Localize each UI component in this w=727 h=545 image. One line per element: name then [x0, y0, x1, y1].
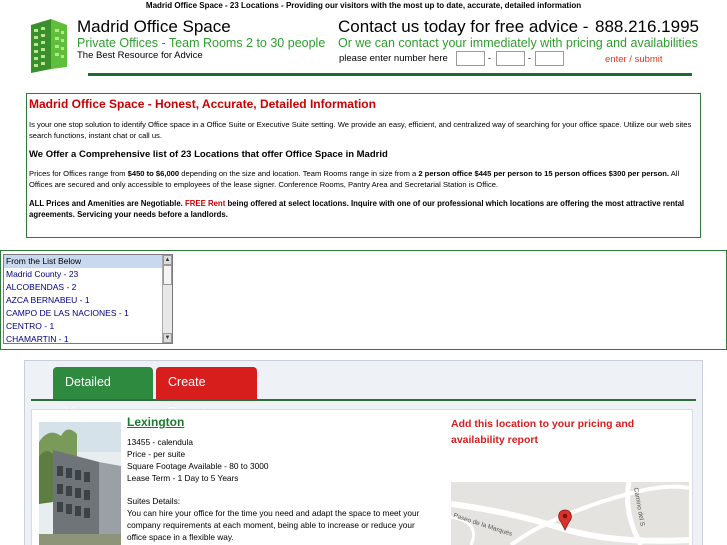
- tab-detailed-view[interactable]: Detailed View: [53, 367, 153, 419]
- info-negotiable: ALL Prices and Amenities are Negotiable.…: [29, 199, 685, 219]
- location-option[interactable]: CENTRO - 1: [4, 320, 162, 333]
- info-box: Madrid Office Space - Honest, Accurate, …: [26, 93, 701, 238]
- phone-prefix-input[interactable]: [496, 51, 525, 66]
- tab-create-report[interactable]: Create Report: [156, 367, 257, 419]
- location-option[interactable]: AZCA BERNABEU - 1: [4, 294, 162, 307]
- scroll-thumb[interactable]: [163, 265, 172, 285]
- site-title: Madrid Office Space: [77, 17, 231, 36]
- list-scrollbar[interactable]: ▲ ▼: [162, 255, 172, 343]
- listing-address: 13455 - calendula: [127, 437, 193, 447]
- location-option[interactable]: ALCOBENDAS - 2: [4, 281, 162, 294]
- contact-heading: Contact us today for free advice -: [338, 17, 589, 36]
- location-option[interactable]: CAMPO DE LAS NACIONES - 1: [4, 307, 162, 320]
- listing-term: Lease Term - 1 Day to 5 Years: [127, 473, 239, 483]
- building-photo: [39, 422, 121, 545]
- info-heading: Madrid Office Space - Honest, Accurate, …: [29, 97, 376, 111]
- phone-line-input[interactable]: [535, 51, 564, 66]
- scroll-up-icon[interactable]: ▲: [163, 255, 172, 265]
- map-graphic: Paseo de la Marqués Camino del S: [451, 482, 689, 545]
- location-option[interactable]: From the List Below: [4, 255, 162, 268]
- phone-prompt-label: please enter number here: [339, 53, 448, 64]
- info-subheading: We Offer a Comprehensive list of 23 Loca…: [29, 149, 388, 160]
- location-option[interactable]: Madrid County - 23: [4, 268, 162, 281]
- location-select-list[interactable]: From the List Below Madrid County - 23 A…: [3, 254, 173, 344]
- location-map[interactable]: Paseo de la Marqués Camino del S: [451, 482, 689, 545]
- listing-name-link[interactable]: Lexington: [127, 415, 184, 429]
- site-tagline: The Best Resource for Advice: [77, 50, 203, 61]
- banner-text: Madrid Office Space - 23 Locations - Pro…: [145, 1, 582, 10]
- listing-suites-label: Suites Details:: [127, 496, 181, 506]
- phone-submit-link[interactable]: enter / submit: [605, 54, 663, 65]
- site-subtitle: Private Offices - Team Rooms 2 to 30 peo…: [77, 36, 326, 50]
- listing-details-line-1: You can hire your office for the time yo…: [127, 508, 420, 518]
- listing-details-line-3: office space in a flexible way.: [127, 532, 234, 542]
- phone-area-code-input[interactable]: [456, 51, 485, 66]
- contact-subheading: Or we can contact your immediately with …: [338, 36, 698, 50]
- header-divider: [88, 73, 692, 76]
- phone-dash-2: -: [528, 53, 531, 63]
- listing-price: Price - per suite: [127, 449, 186, 459]
- scroll-down-icon[interactable]: ▼: [163, 333, 172, 343]
- info-prices: Prices for Offices range from $450 to $6…: [29, 169, 680, 189]
- building-logo-icon: [31, 19, 67, 73]
- tab-underline: [31, 399, 696, 401]
- add-to-report-link[interactable]: Add this location to your pricing and av…: [451, 416, 671, 448]
- top-banner: Madrid Office Space - 23 Locations - Pro…: [0, 0, 727, 12]
- listing-details-line-2: company requirements at each moment, bei…: [127, 520, 415, 530]
- phone-dash-1: -: [488, 53, 491, 63]
- contact-phone[interactable]: 888.216.1995: [595, 17, 699, 37]
- listing-footage: Square Footage Available - 80 to 3000: [127, 461, 269, 471]
- info-intro: Is your one stop solution to identify Of…: [29, 120, 692, 140]
- location-option[interactable]: CHAMARTIN - 1: [4, 333, 162, 343]
